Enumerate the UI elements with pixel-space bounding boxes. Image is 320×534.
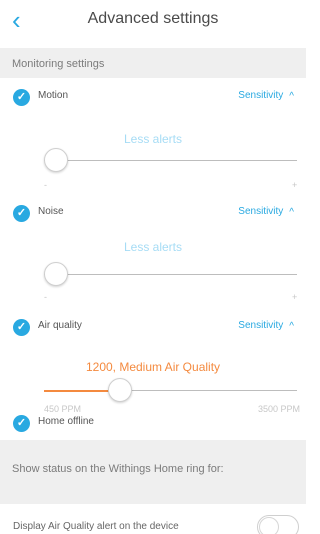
page-title: Advanced settings <box>87 10 219 27</box>
air-quality-slider-track[interactable] <box>44 389 297 392</box>
motion-slider-knob[interactable] <box>44 148 68 172</box>
motion-slider-caption: Less alerts <box>123 132 183 146</box>
device-alert-row: Display Air Quality alert on the device <box>0 512 306 534</box>
check-icon[interactable]: ✓ <box>13 89 30 106</box>
top-bar: ‹ Advanced settings <box>0 0 306 43</box>
chevron-up-icon: ^ <box>289 321 294 332</box>
chevron-up-icon: ^ <box>289 207 294 218</box>
air-quality-label: Air quality <box>38 320 82 331</box>
air-quality-row[interactable]: ✓ Air quality Sensitivity ^ <box>0 314 306 342</box>
motion-slider-max: + <box>292 180 298 190</box>
check-icon[interactable]: ✓ <box>13 205 30 222</box>
noise-slider-track[interactable] <box>44 274 297 275</box>
noise-slider-max: + <box>292 292 298 302</box>
motion-label: Motion <box>38 90 69 101</box>
noise-slider-min: - <box>44 292 47 302</box>
noise-sensitivity-toggle[interactable]: Sensitivity ^ <box>238 206 294 218</box>
check-icon[interactable]: ✓ <box>13 319 30 336</box>
check-icon[interactable]: ✓ <box>13 415 30 432</box>
home-offline-label: Home offline <box>38 416 94 427</box>
ring-status-header: Show status on the Withings Home ring fo… <box>0 440 306 504</box>
noise-slider-knob[interactable] <box>44 262 68 286</box>
noise-slider-caption: Less alerts <box>123 240 183 254</box>
noise-row[interactable]: ✓ Noise Sensitivity ^ <box>0 200 306 228</box>
toggle-thumb <box>259 517 279 534</box>
air-quality-slider-knob[interactable] <box>107 378 132 402</box>
chevron-up-icon: ^ <box>289 91 294 102</box>
device-alert-label: Display Air Quality alert on the device <box>13 521 179 532</box>
motion-slider-min: - <box>44 180 47 190</box>
monitoring-settings-header: Monitoring settings <box>0 48 306 78</box>
air-quality-sensitivity-toggle[interactable]: Sensitivity ^ <box>238 320 294 332</box>
noise-label: Noise <box>38 206 64 217</box>
home-offline-row[interactable]: ✓ Home offline <box>0 410 306 438</box>
air-quality-slider-caption: 1200, Medium Air Quality <box>85 360 221 374</box>
device-alert-toggle[interactable] <box>257 515 299 534</box>
motion-slider-track[interactable] <box>44 160 297 161</box>
motion-sensitivity-toggle[interactable]: Sensitivity ^ <box>238 90 294 102</box>
motion-row[interactable]: ✓ Motion Sensitivity ^ <box>0 84 306 112</box>
